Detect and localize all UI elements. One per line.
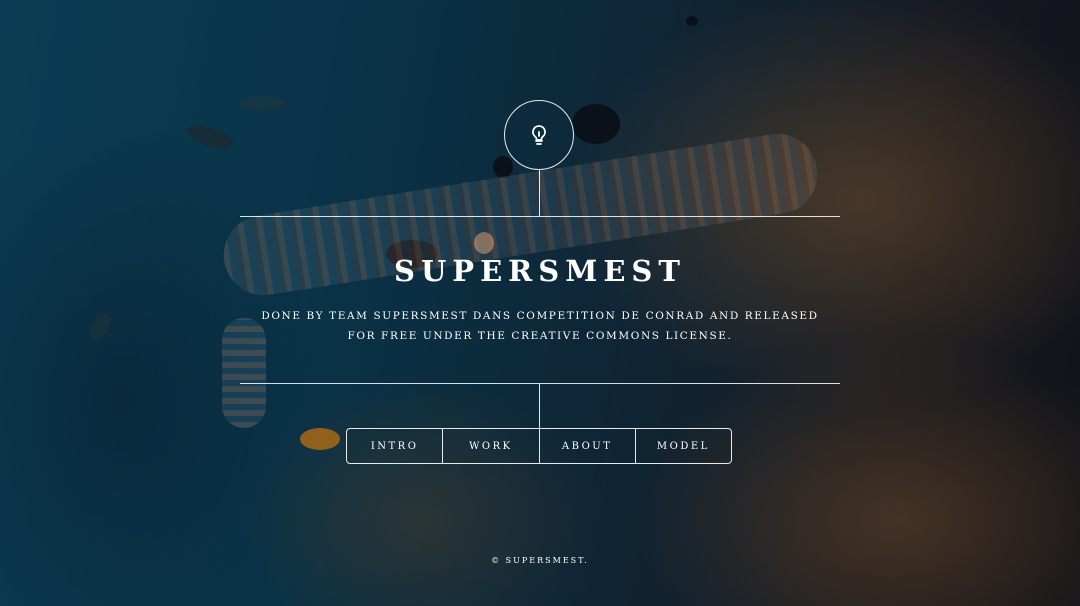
site-description: DONE BY TEAM SUPERSMEST DANS COMPETITION… <box>240 306 840 346</box>
nav-intro[interactable]: INTRO <box>347 429 442 463</box>
logo <box>504 100 574 170</box>
nav-model[interactable]: MODEL <box>634 429 731 463</box>
connector-line <box>539 170 540 216</box>
main-nav: INTRO WORK ABOUT MODEL <box>346 428 732 464</box>
divider-bottom <box>240 383 840 384</box>
nav-about[interactable]: ABOUT <box>538 429 635 463</box>
nav-work[interactable]: WORK <box>442 429 538 463</box>
lightbulb-icon <box>532 125 546 145</box>
site-title: SUPERSMEST <box>394 254 686 288</box>
description-line-1: DONE BY TEAM SUPERSMEST DANS COMPETITION… <box>261 310 819 322</box>
description-line-2: FOR FREE UNDER THE CREATIVE COMMONS LICE… <box>347 330 733 342</box>
connector-line <box>539 384 540 428</box>
divider-top <box>240 216 840 217</box>
footer-copyright: © SUPERSMEST. <box>491 556 589 565</box>
background-overlay <box>0 0 1080 606</box>
